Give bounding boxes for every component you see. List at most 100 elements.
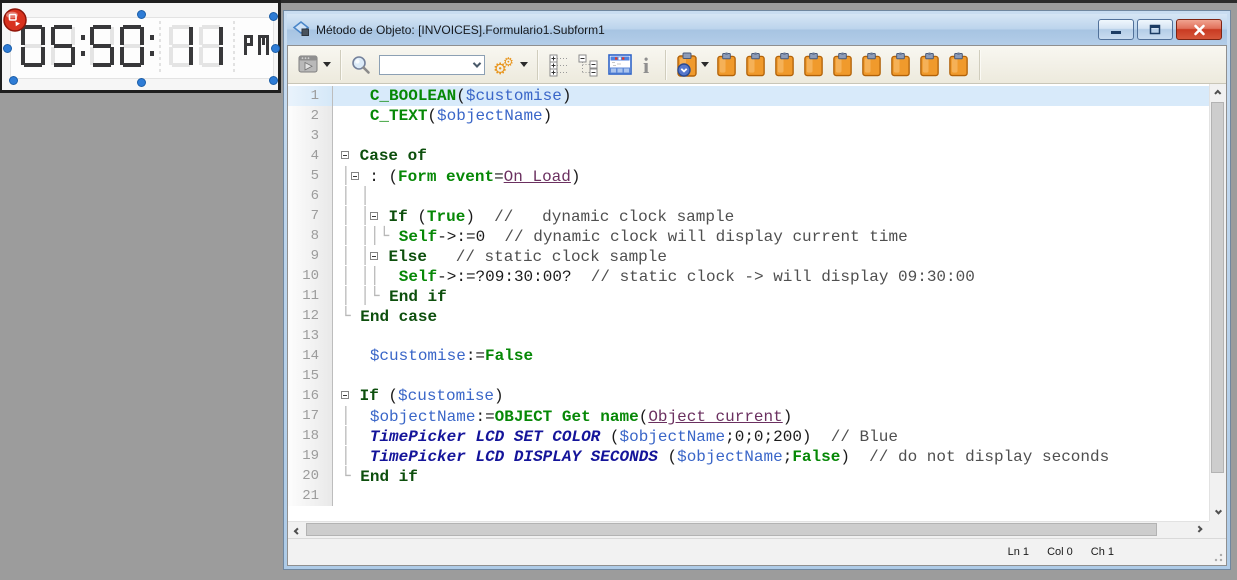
collapse-all-button[interactable] — [574, 48, 604, 82]
expand-all-icon — [549, 54, 568, 76]
clipboard-button-5[interactable] — [828, 48, 857, 82]
clipboard-icon — [746, 52, 765, 76]
clipboard-button-3[interactable] — [770, 48, 799, 82]
toolbar-separator — [537, 49, 538, 80]
line-number: 6 — [288, 186, 333, 206]
close-button[interactable] — [1176, 19, 1222, 40]
selection-handle-middle-left[interactable] — [3, 44, 12, 53]
code-line: 21 — [288, 486, 1209, 506]
close-icon — [1193, 24, 1205, 35]
info-icon: i — [643, 53, 649, 77]
line-number: 12 — [288, 306, 333, 326]
object-method-badge[interactable] — [2, 7, 30, 35]
vertical-scrollbar[interactable] — [1209, 84, 1226, 521]
line-number: 14 — [288, 346, 333, 366]
minimize-button[interactable] — [1098, 19, 1134, 40]
object-method-badge-icon — [3, 8, 27, 32]
scroll-right-button[interactable] — [1192, 522, 1209, 538]
selection-handle-bottom-left[interactable] — [9, 76, 18, 85]
method-info-button[interactable]: i — [637, 48, 659, 82]
clipboard-icon — [949, 52, 968, 76]
form-preview-button[interactable] — [604, 48, 637, 82]
macros-button[interactable]: ⚙ ⚙ — [489, 48, 531, 82]
line-number: 13 — [288, 326, 333, 346]
line-number: 17 — [288, 406, 333, 426]
selection-handle-bottom-center[interactable] — [137, 78, 146, 87]
find-button[interactable] — [347, 48, 375, 82]
line-number: 2 — [288, 106, 333, 126]
svg-text:i: i — [643, 53, 649, 77]
code-line: 10 │ ││ Self->:=?09:30:00? // static cloc… — [288, 266, 1209, 286]
clipboard-button-2[interactable] — [741, 48, 770, 82]
scroll-left-button[interactable] — [288, 522, 305, 538]
vertical-scrollbar-thumb[interactable] — [1211, 102, 1224, 473]
code-editor[interactable]: 1 C_BOOLEAN($customise) 2 C_TEXT($objectN… — [288, 84, 1226, 538]
clipboard-icon — [775, 52, 794, 76]
code-line: 1 C_BOOLEAN($customise) — [288, 86, 1209, 106]
lcd-clock-widget[interactable] — [3, 8, 280, 87]
search-input[interactable] — [380, 56, 469, 73]
clipboard-icon — [717, 52, 736, 76]
char-indicator: Ch 1 — [1090, 546, 1114, 558]
code-line: 20 └ End if — [288, 466, 1209, 486]
search-combobox[interactable] — [379, 54, 485, 75]
collapse-all-icon — [578, 54, 598, 76]
selection-handle-bottom-right[interactable] — [269, 76, 278, 85]
resize-grip[interactable] — [1214, 553, 1223, 562]
clipboard-button-9[interactable] — [944, 48, 973, 82]
status-bar: Ln 1 Col 0 Ch 1 — [288, 538, 1226, 565]
clipboard-button-7[interactable] — [886, 48, 915, 82]
code-line: 5 │ : (Form event=On Load) — [288, 166, 1209, 186]
toolbar-separator — [979, 49, 980, 80]
method-editor-window: Método de Objeto: [INVOICES].Formulario1… — [283, 10, 1231, 570]
clipboard-icon — [804, 52, 823, 76]
code-line: 13 — [288, 326, 1209, 346]
line-number: 9 — [288, 246, 333, 266]
horizontal-scrollbar-thumb[interactable] — [306, 523, 1157, 536]
clipboard-icon — [833, 52, 852, 76]
chevron-down-icon — [520, 62, 528, 67]
scroll-up-button[interactable] — [1210, 84, 1226, 101]
clipboard-button-8[interactable] — [915, 48, 944, 82]
toolbar-separator — [665, 49, 666, 80]
selection-handle-top-right[interactable] — [269, 12, 278, 21]
code-area[interactable]: 1 C_BOOLEAN($customise) 2 C_TEXT($objectN… — [288, 84, 1209, 521]
clipboard-button-4[interactable] — [799, 48, 828, 82]
code-line: 3 — [288, 126, 1209, 146]
form-preview-icon — [608, 53, 632, 75]
window-title: Método de Objeto: [INVOICES].Formulario1… — [316, 22, 605, 37]
line-number: 16 — [288, 386, 333, 406]
line-number: 7 — [288, 206, 333, 226]
fold-toggle[interactable] — [369, 252, 378, 260]
window-titlebar[interactable]: Método de Objeto: [INVOICES].Formulario1… — [287, 14, 1227, 45]
selection-handle-top-center[interactable] — [137, 10, 146, 19]
chevron-down-icon[interactable] — [469, 56, 484, 74]
clipboard-button-1[interactable] — [712, 48, 741, 82]
fold-toggle[interactable] — [350, 172, 359, 180]
code-line: 19 │ TimePicker LCD DISPLAY SECONDS ($obj… — [288, 446, 1209, 466]
clipboard-icon — [862, 52, 881, 76]
code-line: 17 │ $objectName:=OBJECT Get name(Object … — [288, 406, 1209, 426]
maximize-button[interactable] — [1137, 19, 1173, 40]
execute-method-button[interactable] — [294, 48, 334, 82]
code-line: 7 │ │ If (True) // dynamic clock sample — [288, 206, 1209, 226]
scroll-down-button[interactable] — [1210, 504, 1226, 521]
line-number: 11 — [288, 286, 333, 306]
selection-handle-middle-right[interactable] — [271, 44, 280, 53]
clipboard-button-6[interactable] — [857, 48, 886, 82]
horizontal-scrollbar[interactable] — [288, 521, 1209, 538]
clipboard-buttons — [712, 48, 973, 82]
screenshot-root: Método de Objeto: [INVOICES].Formulario1… — [0, 0, 1237, 580]
line-number: 19 — [288, 446, 333, 466]
column-indicator: Col 0 — [1047, 546, 1073, 558]
clipboard-history-button[interactable] — [672, 48, 712, 82]
expand-all-button[interactable] — [544, 48, 574, 82]
minimize-icon — [1111, 30, 1121, 34]
code-line: 2 C_TEXT($objectName) — [288, 106, 1209, 126]
fold-toggle[interactable] — [341, 391, 349, 399]
fold-toggle[interactable] — [341, 151, 349, 159]
fold-toggle[interactable] — [369, 212, 378, 220]
code-line: 16 If ($customise) — [288, 386, 1209, 406]
lcd-clock-face — [10, 17, 274, 79]
code-line: 4 Case of — [288, 146, 1209, 166]
